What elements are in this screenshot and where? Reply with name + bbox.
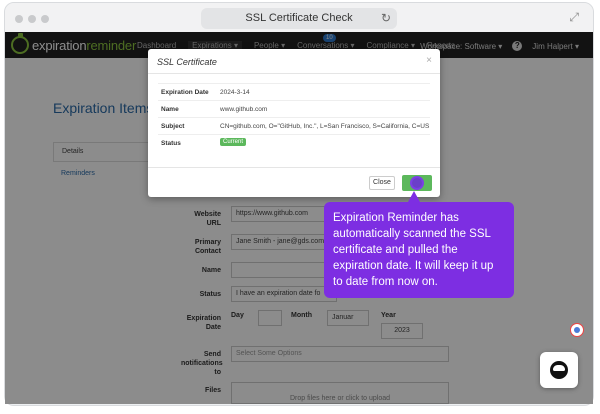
browser-titlebar: SSL Certificate Check ↻ ⤢ <box>5 3 593 34</box>
modal-title: SSL Certificate <box>157 57 217 67</box>
row-key: Name <box>161 106 179 113</box>
modal-footer-divider <box>148 167 440 168</box>
click-hotspot-icon <box>410 176 424 190</box>
ssl-certificate-modal: SSL Certificate × Expiration Date 2024-3… <box>148 49 440 197</box>
table-row: Name www.github.com <box>158 100 430 116</box>
table-row: Expiration Date 2024-3-14 <box>158 83 430 99</box>
guide-tooltip: Expiration Reminder has automatically sc… <box>324 202 514 298</box>
row-key: Expiration Date <box>161 89 209 96</box>
row-value: 2024-3-14 <box>220 89 250 96</box>
table-row: Status Current <box>158 134 430 150</box>
chat-icon <box>550 361 568 379</box>
table-row: Subject CN=github.com, O="GitHub, Inc.",… <box>158 117 430 133</box>
widget-badge-icon[interactable] <box>570 323 584 337</box>
maximize-window-dot[interactable] <box>41 15 49 23</box>
tooltip-text: Expiration Reminder has automatically sc… <box>333 212 494 288</box>
chat-launcher-button[interactable] <box>540 352 578 388</box>
close-button[interactable]: Close <box>369 176 395 190</box>
minimize-window-dot[interactable] <box>28 15 36 23</box>
expand-icon[interactable]: ⤢ <box>569 10 579 25</box>
reload-icon[interactable]: ↻ <box>381 11 391 25</box>
status-badge: Current <box>220 138 247 146</box>
modal-close-icon[interactable]: × <box>426 55 432 66</box>
row-value: CN=github.com, O="GitHub, Inc.", L=San F… <box>220 123 430 130</box>
row-value: www.github.com <box>220 106 268 113</box>
address-bar[interactable]: SSL Certificate Check ↻ <box>201 8 397 29</box>
row-key: Status <box>161 140 181 147</box>
row-key: Subject <box>161 123 185 130</box>
ok-button[interactable]: ok <box>402 175 432 191</box>
page-tab-title: SSL Certificate Check <box>245 12 353 24</box>
close-window-dot[interactable] <box>15 15 23 23</box>
tooltip-arrow <box>408 191 420 202</box>
modal-header-divider <box>148 73 440 74</box>
